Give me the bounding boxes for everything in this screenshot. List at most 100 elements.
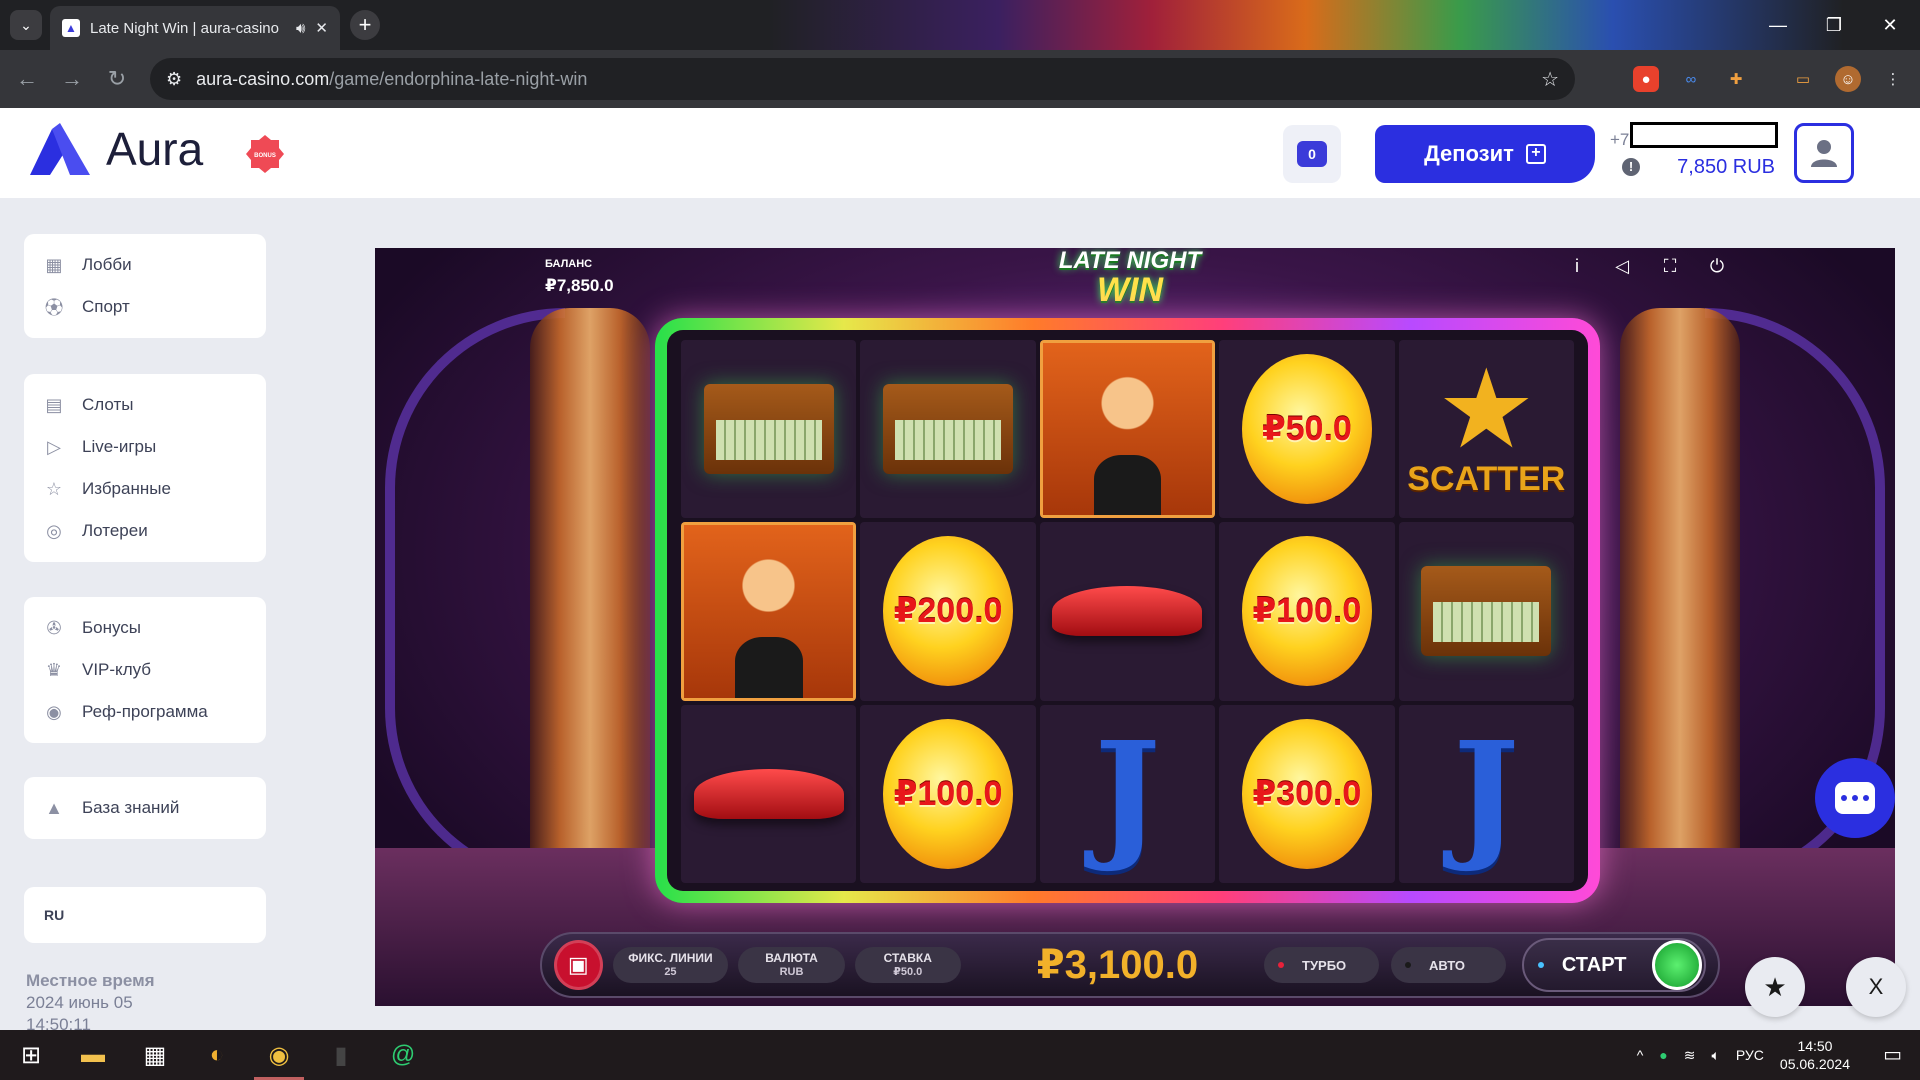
extension-link-icon[interactable]: ∞ (1678, 66, 1704, 92)
profile-button[interactable] (1794, 123, 1854, 183)
sidebar-item-lotteries[interactable]: ◎ Лотереи (24, 510, 266, 552)
calculator-icon[interactable]: ▦ (124, 1030, 186, 1080)
browser-tab[interactable]: ▲ Late Night Win | aura-casino 🔊︎ ✕ (50, 6, 340, 50)
mouse-app-icon[interactable]: ▮ (310, 1030, 372, 1080)
bonus-badge-icon[interactable]: BONUS (245, 134, 285, 174)
money-case-symbol (883, 384, 1014, 475)
sidebar-item-live[interactable]: ▷ Live-игры (24, 426, 266, 468)
info-icon[interactable]: ! (1622, 158, 1640, 176)
wifi-icon[interactable]: ≋ (1684, 1047, 1696, 1064)
reel-cell (681, 704, 857, 883)
url-host: aura-casino.com (196, 68, 330, 89)
scatter-label: SCATTER (1407, 459, 1566, 498)
media-app-icon[interactable]: ◐ (186, 1030, 248, 1080)
restore-button[interactable]: ❐ (1814, 8, 1854, 42)
site-info-icon[interactable]: ⚙ (166, 69, 182, 90)
sidebar-item-lobby[interactable]: ▦ Лобби (24, 244, 266, 286)
input-language[interactable]: РУС (1736, 1047, 1764, 1063)
favorite-game-button[interactable]: ★ (1745, 957, 1805, 1017)
tray-app-icon[interactable]: ● (1659, 1047, 1667, 1063)
new-tab-button[interactable]: + (350, 10, 380, 40)
bookmark-star-icon[interactable]: ☆ (1541, 67, 1559, 92)
deposit-button[interactable]: Депозит + (1375, 125, 1595, 183)
extensions-puzzle-icon[interactable]: ✚ (1723, 66, 1749, 92)
notifications-button[interactable]: 0 (1283, 125, 1341, 183)
fullscreen-icon[interactable]: ⛶ (1658, 256, 1682, 280)
sidebar: ▦ Лобби ⚽︎ Спорт ▤ Слоты ▷ Live-игры ☆ Избран… (0, 198, 292, 1034)
game-balance-value: ₽7,850.0 (545, 276, 614, 295)
mail-app-icon[interactable]: @ (372, 1030, 434, 1080)
bet-selector[interactable]: СТАВКА ₽50.0 (854, 947, 961, 983)
turbo-toggle[interactable]: ТУРБО (1264, 947, 1379, 983)
system-clock[interactable]: 14:50 05.06.2024 (1780, 1037, 1850, 1073)
local-time-label: Местное время (26, 971, 155, 990)
reel-cell (681, 340, 857, 519)
sidebar-item-sport[interactable]: ⚽︎ Спорт (24, 286, 266, 328)
car-symbol (1052, 586, 1203, 637)
speaker-icon[interactable]: 🔊︎ (296, 20, 305, 37)
close-game-button[interactable]: X (1846, 957, 1906, 1017)
power-icon[interactable]: ⏻ (1705, 256, 1729, 280)
browser-toolbar: ← → ↻ ⚙ aura-casino.com/game/endorphina-… (0, 50, 1920, 108)
tab-close-icon[interactable]: ✕ (315, 19, 328, 37)
site-logo[interactable]: Aura (30, 122, 203, 176)
auto-indicator (1404, 962, 1411, 968)
profile-avatar-icon[interactable]: ☺ (1835, 66, 1861, 92)
game-control-bar: ▣ ФИКС. ЛИНИИ 25 ВАЛЮТА RUB СТАВКА ₽50.0… (540, 932, 1720, 998)
reload-icon[interactable]: ↻ (100, 62, 134, 96)
reel-cell: J (1398, 704, 1574, 883)
cast-icon[interactable]: ▭ (1790, 66, 1816, 92)
fixed-lines-display: ФИКС. ЛИНИИ 25 (612, 947, 729, 983)
sidebar-item-knowledge-base[interactable]: ▲ База знаний (24, 787, 266, 829)
reel-cell (860, 340, 1036, 519)
sidebar-item-slots[interactable]: ▤ Слоты (24, 384, 266, 426)
windows-start-icon[interactable]: ⊞ (0, 1030, 62, 1080)
plus-icon: + (1525, 144, 1546, 164)
game-frame[interactable]: БАЛАНС ₽7,850.0 LATE NIGHT WIN i ◁ ⛶ ⏻ ₽… (375, 248, 1895, 1006)
phone-prefix: +7 (1610, 130, 1630, 149)
sidebar-item-label: Лобби (82, 255, 132, 274)
menu-kebab-icon[interactable]: ⋮ (1880, 66, 1906, 92)
tab-list-button[interactable]: ⌄ (10, 10, 42, 40)
auto-toggle[interactable]: АВТО (1390, 947, 1506, 983)
sidebar-group-knowledge: ▲ База знаний (24, 777, 266, 839)
sidebar-item-referral[interactable]: ◉ Реф-программа (24, 691, 266, 733)
reel-cell: J (1039, 704, 1216, 883)
extension-record-icon[interactable]: ● (1633, 66, 1659, 92)
language-selector[interactable]: RU (24, 887, 266, 943)
minimize-button[interactable]: — (1758, 8, 1798, 42)
close-window-button[interactable]: ✕ (1870, 8, 1910, 42)
volume-icon[interactable]: 🔈︎ (1711, 1047, 1719, 1064)
back-icon[interactable]: ← (10, 62, 44, 96)
paytable-button[interactable]: ▣ (554, 940, 603, 990)
url-path: /game/endorphina-late-night-win (329, 68, 588, 89)
chrome-icon[interactable]: ◉ (248, 1030, 310, 1080)
chat-button[interactable] (1815, 758, 1895, 838)
start-spin-button[interactable]: СТАРТ (1521, 938, 1706, 992)
notification-center-icon[interactable]: ▭ (1883, 1042, 1902, 1067)
sidebar-item-vip[interactable]: ♛ VIP-клуб (24, 649, 266, 691)
info-icon[interactable]: i (1565, 256, 1589, 280)
tray-chevron-icon[interactable]: ^ (1637, 1047, 1644, 1063)
os-taskbar: ⊞ ▬ ▦ ◐ ◉ ▮ @ ^ ● ≋ 🔈︎ РУС 14:50 05.06.2… (0, 1030, 1920, 1080)
sport-icon: ⚽︎ (45, 298, 63, 318)
game-balance-label: БАЛАНС (545, 258, 593, 270)
address-bar[interactable]: ⚙ aura-casino.com/game/endorphina-late-n… (150, 58, 1575, 100)
user-icon (1811, 140, 1837, 167)
reel-cell: ★ SCATTER (1398, 340, 1574, 519)
forward-icon[interactable]: → (55, 62, 89, 96)
reels-grid[interactable]: ₽50.0 ★ SCATTER ₽200.0 ₽100.0 ₽100.0 J ₽300.0 J (681, 340, 1574, 883)
file-explorer-icon[interactable]: ▬ (62, 1030, 124, 1080)
site-favicon-icon: ▲ (62, 19, 80, 37)
crown-icon: ♛ (45, 659, 63, 680)
lottery-icon: ◎ (46, 520, 62, 541)
sidebar-item-favorites[interactable]: ☆ Избранные (24, 468, 266, 510)
sound-icon[interactable]: ◁ (1610, 256, 1634, 280)
sidebar-item-label: Спорт (82, 297, 130, 316)
reel-cell (681, 522, 857, 701)
man-symbol (681, 522, 857, 701)
bet-value: ₽50.0 (893, 966, 923, 978)
reel-cell: ₽200.0 (860, 522, 1036, 701)
local-time-block: Местное время 2024 июнь 05 14:50:11 (26, 970, 155, 1036)
sidebar-item-bonuses[interactable]: ✇ Бонусы (24, 607, 266, 649)
